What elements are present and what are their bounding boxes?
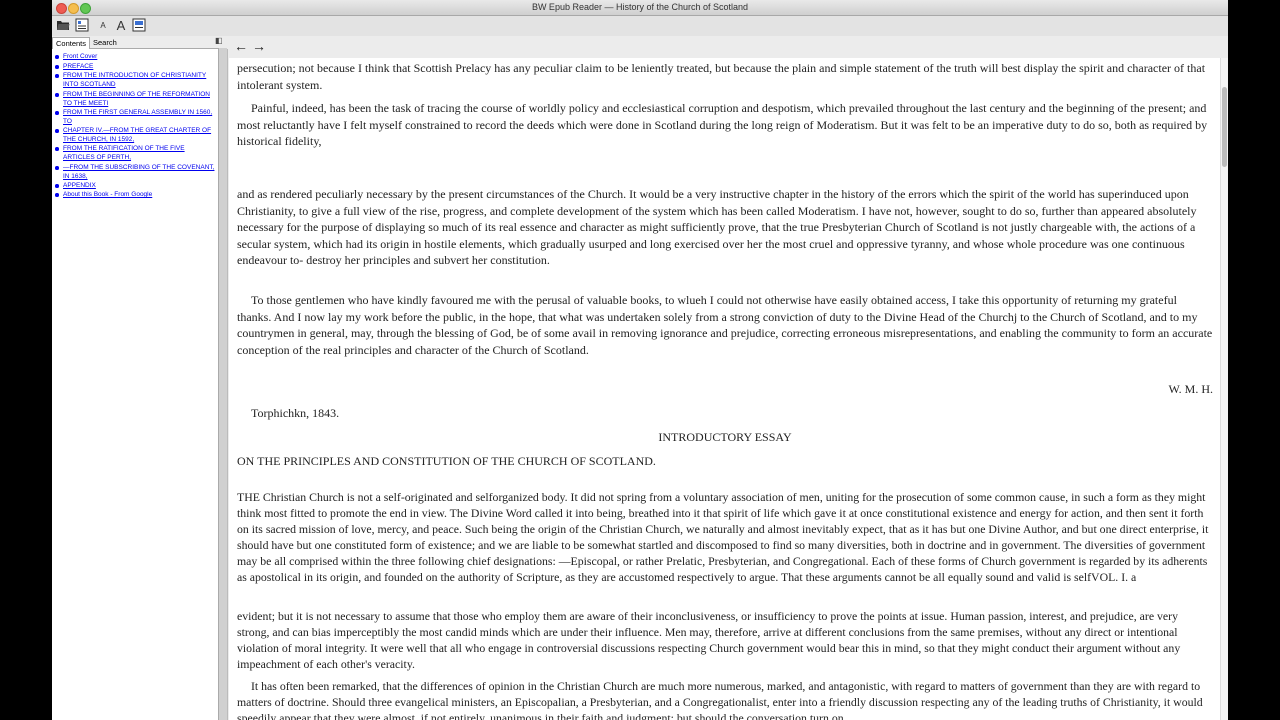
paragraph-painful: Painful, indeed, has been the task of tr… bbox=[237, 101, 1208, 149]
paragraph-gentlemen: To those gentlemen who have kindly favou… bbox=[237, 293, 1213, 357]
bullet-icon bbox=[55, 55, 59, 59]
place-date: Torphichkn, 1843. bbox=[251, 406, 340, 420]
forward-arrow-icon[interactable]: → bbox=[252, 38, 266, 54]
window-title: BW Epub Reader — History of the Church o… bbox=[531, 2, 749, 12]
sidebar-tabs: Contents Search bbox=[52, 36, 227, 49]
toc-item-covenant[interactable]: —FROM THE SUBSCRIBING OF THE COVENANT, I… bbox=[55, 164, 217, 181]
library-icon[interactable] bbox=[74, 17, 90, 33]
essay-title: INTRODUCTORY ESSAY bbox=[658, 430, 792, 444]
toc-item-front-cover[interactable]: Front Cover bbox=[55, 53, 217, 62]
toc-item-chapter-iv[interactable]: CHAPTER IV.—FROM THE GREAT CHARTER OF TH… bbox=[55, 127, 217, 144]
essay-subtitle: ON THE PRINCIPLES AND CONSTITUTION OF TH… bbox=[237, 454, 656, 468]
paragraph-evident: evident; but it is not necessary to assu… bbox=[237, 609, 1181, 671]
vertical-scrollbar[interactable] bbox=[1220, 58, 1228, 720]
author-signature: W. M. H. bbox=[1168, 382, 1213, 396]
document-view[interactable]: persecution; not because I think that Sc… bbox=[229, 58, 1221, 720]
bullet-icon bbox=[55, 93, 59, 97]
paragraph-persecution: persecution; not because I think that Sc… bbox=[237, 61, 1206, 92]
bullet-icon bbox=[55, 129, 59, 133]
bullet-icon bbox=[55, 166, 59, 170]
page-setup-icon[interactable] bbox=[131, 17, 147, 33]
toc-item-appendix[interactable]: APPENDIX bbox=[55, 182, 217, 191]
content-pane: ← → persecution; not because I think tha… bbox=[229, 36, 1228, 720]
bullet-icon bbox=[55, 147, 59, 151]
paragraph-christian-church: THE Christian Church is not a self-origi… bbox=[237, 490, 1209, 584]
toc-item-first-assembly[interactable]: FROM THE FIRST GENERAL ASSEMBLY IN 1560,… bbox=[55, 109, 217, 126]
increase-font-icon[interactable]: A bbox=[113, 17, 129, 33]
toc-item-reformation[interactable]: FROM THE BEGINNING OF THE REFORMATION TO… bbox=[55, 91, 217, 108]
navigation-bar: ← → bbox=[229, 36, 1228, 58]
bullet-icon bbox=[55, 193, 59, 197]
toc-item-preface[interactable]: PREFACE bbox=[55, 63, 217, 72]
bullet-icon bbox=[55, 74, 59, 78]
bullet-icon bbox=[55, 65, 59, 69]
reader-window: BW Epub Reader — History of the Church o… bbox=[52, 0, 1228, 720]
back-arrow-icon[interactable]: ← bbox=[234, 38, 248, 54]
title-bar: BW Epub Reader — History of the Church o… bbox=[52, 0, 1228, 16]
open-folder-icon[interactable] bbox=[55, 17, 71, 33]
split-view-icon[interactable]: ◧ bbox=[215, 36, 227, 48]
table-of-contents: Front Cover PREFACE FROM THE INTRODUCTIO… bbox=[52, 49, 228, 720]
toolbar: A A bbox=[52, 16, 1228, 36]
bullet-icon bbox=[55, 111, 59, 115]
bullet-icon bbox=[55, 184, 59, 188]
sidebar: Contents Search Front Cover PREFACE FROM… bbox=[52, 36, 228, 720]
tab-search[interactable]: Search bbox=[90, 37, 120, 48]
decrease-font-icon[interactable]: A bbox=[95, 17, 111, 33]
tab-contents[interactable]: Contents bbox=[52, 37, 91, 49]
toc-item-about-book[interactable]: About this Book - From Google bbox=[55, 191, 217, 200]
scrollbar-thumb[interactable] bbox=[1222, 87, 1227, 167]
toc-item-introduction[interactable]: FROM THE INTRODUCTION OF CHRISTIANITY IN… bbox=[55, 72, 217, 89]
paragraph-differences: It has often been remarked, that the dif… bbox=[237, 679, 1203, 720]
paragraph-circumstances: and as rendered peculiarly necessary by … bbox=[237, 187, 1197, 268]
toc-item-five-articles[interactable]: FROM THE RATIFICATION OF THE FIVE ARTICL… bbox=[55, 145, 217, 162]
sidebar-splitter[interactable] bbox=[218, 48, 227, 720]
